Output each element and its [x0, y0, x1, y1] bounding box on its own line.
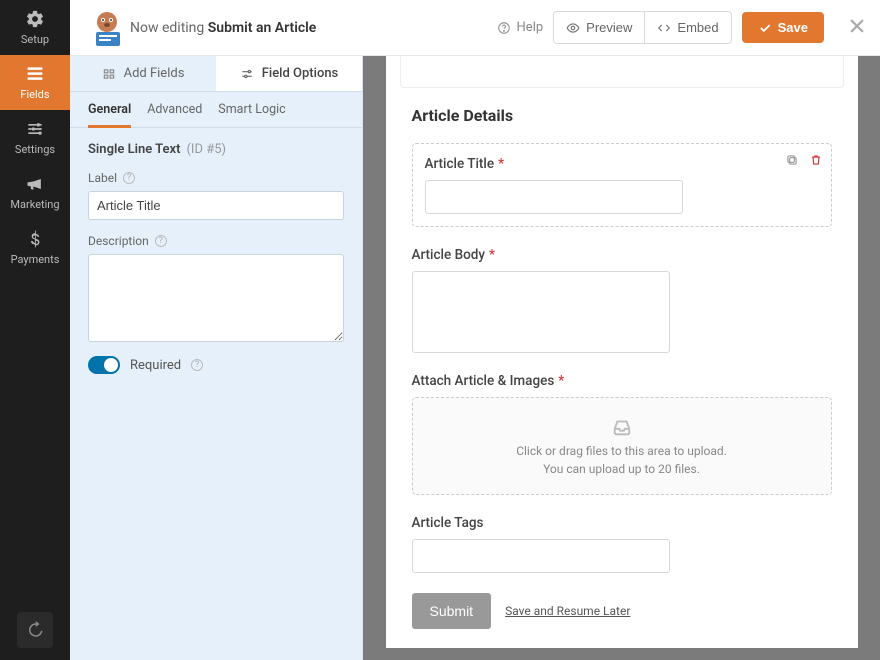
form-title: Submit an Article — [208, 20, 317, 36]
wpforms-logo-icon — [84, 8, 130, 48]
previous-section-stub — [400, 56, 844, 88]
field-article-body[interactable]: Article Body * — [412, 247, 832, 353]
label-field-label: Label ? — [88, 171, 344, 185]
grid-icon — [102, 67, 116, 81]
field-label-input[interactable] — [88, 191, 344, 220]
vnav-fields[interactable]: Fields — [0, 55, 70, 110]
tab-add-fields[interactable]: Add Fields — [70, 56, 216, 92]
required-toggle-label: Required — [130, 358, 181, 373]
required-asterisk: * — [498, 156, 504, 172]
tab-field-options-label: Field Options — [262, 66, 339, 81]
required-asterisk: * — [558, 373, 564, 389]
vnav-setup-label: Setup — [21, 33, 49, 46]
vnav-marketing[interactable]: Marketing — [0, 165, 70, 220]
options-icon — [240, 67, 254, 81]
preview-button[interactable]: Preview — [554, 12, 644, 43]
preview-button-label: Preview — [586, 20, 632, 35]
field-article-title[interactable]: Article Title * — [412, 143, 832, 227]
upload-icon — [611, 416, 633, 438]
vertical-nav: Setup Fields Settings Marketing Payments — [0, 0, 70, 660]
vnav-fields-label: Fields — [20, 88, 49, 101]
field-description-input[interactable] — [88, 254, 344, 342]
vnav-marketing-label: Marketing — [10, 198, 59, 211]
subtab-smart-logic[interactable]: Smart Logic — [218, 102, 285, 127]
trash-icon — [809, 153, 823, 167]
label-field-label-text: Label — [88, 171, 117, 185]
field-attach-label: Attach Article & Images — [412, 373, 555, 389]
help-icon[interactable]: ? — [123, 172, 135, 184]
duplicate-field-button[interactable] — [785, 152, 799, 171]
eye-icon — [566, 21, 580, 35]
vnav-setup[interactable]: Setup — [0, 0, 70, 55]
save-button[interactable]: Save — [742, 12, 824, 43]
sliders-icon — [25, 119, 45, 139]
upload-line2: You can upload up to 20 files. — [543, 462, 700, 476]
vnav-settings[interactable]: Settings — [0, 110, 70, 165]
field-type-heading: Single Line Text (ID #5) — [88, 142, 344, 157]
save-resume-link[interactable]: Save and Resume Later — [505, 604, 630, 618]
upload-line1: Click or drag files to this area to uplo… — [516, 444, 727, 458]
gear-icon — [25, 9, 45, 29]
save-button-label: Save — [778, 20, 808, 35]
help-link[interactable]: Help — [497, 20, 544, 35]
description-field-label: Description ? — [88, 234, 344, 248]
field-article-tags[interactable]: Article Tags — [412, 515, 832, 573]
field-article-tags-label: Article Tags — [412, 515, 484, 531]
field-article-title-label: Article Title — [425, 156, 495, 172]
vnav-settings-label: Settings — [15, 143, 55, 156]
fields-icon — [25, 64, 45, 84]
description-field-label-text: Description — [88, 234, 149, 248]
embed-button[interactable]: Embed — [644, 12, 730, 43]
field-article-title-input[interactable] — [425, 180, 683, 214]
tab-add-fields-label: Add Fields — [124, 66, 185, 81]
brand-logo — [84, 8, 130, 48]
now-editing-text: Now editing Submit an Article — [130, 20, 316, 36]
field-article-body-input[interactable] — [412, 271, 670, 353]
form-preview: Article Details Article Title * — [386, 56, 858, 648]
check-icon — [758, 21, 772, 35]
file-upload-dropzone[interactable]: Click or drag files to this area to uplo… — [412, 397, 832, 495]
history-icon — [26, 621, 44, 639]
subtab-advanced[interactable]: Advanced — [147, 102, 202, 127]
help-icon — [497, 21, 511, 35]
preview-area: Article Details Article Title * — [363, 56, 880, 660]
side-panel: Add Fields Field Options General Advance… — [70, 56, 363, 660]
help-icon[interactable]: ? — [155, 235, 167, 247]
revisions-button[interactable] — [17, 612, 53, 648]
field-attach-files[interactable]: Attach Article & Images * Click or drag … — [412, 373, 832, 495]
close-button[interactable] — [834, 17, 866, 39]
dollar-icon — [25, 229, 45, 249]
close-icon — [848, 17, 866, 35]
delete-field-button[interactable] — [809, 152, 823, 171]
field-article-tags-input[interactable] — [412, 539, 670, 573]
help-label: Help — [517, 20, 544, 35]
tab-field-options[interactable]: Field Options — [216, 56, 362, 92]
required-toggle[interactable] — [88, 356, 120, 374]
subtab-general[interactable]: General — [88, 102, 131, 128]
required-asterisk: * — [489, 247, 495, 263]
field-type-name: Single Line Text — [88, 142, 180, 157]
vnav-payments[interactable]: Payments — [0, 220, 70, 275]
section-title: Article Details — [412, 106, 832, 125]
topbar: Now editing Submit an Article Help Previ… — [70, 0, 880, 56]
code-icon — [657, 21, 671, 35]
copy-icon — [785, 153, 799, 167]
embed-button-label: Embed — [677, 20, 718, 35]
field-id: (ID #5) — [186, 142, 226, 157]
megaphone-icon — [25, 174, 45, 194]
vnav-payments-label: Payments — [11, 253, 60, 266]
now-editing-prefix: Now editing — [130, 20, 208, 36]
submit-button[interactable]: Submit — [412, 593, 492, 629]
field-article-body-label: Article Body — [412, 247, 485, 263]
help-icon[interactable]: ? — [191, 359, 203, 371]
